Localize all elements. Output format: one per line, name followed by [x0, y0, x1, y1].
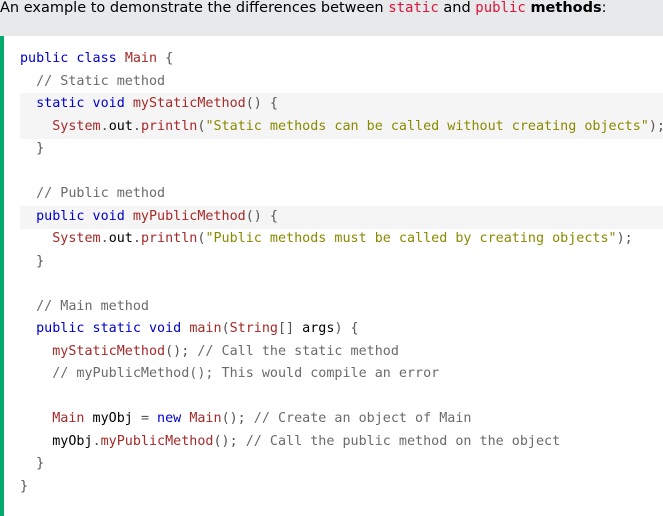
intro-methods: methods	[530, 0, 602, 16]
code-line-9: System.out.println("Public methods must …	[52, 231, 633, 246]
intro-prefix: An example to demonstrate the difference…	[0, 0, 389, 16]
code-line-1: public class Main {	[20, 51, 174, 66]
keyword-static: static	[388, 0, 439, 16]
code-line-10: }	[36, 254, 45, 269]
code-line-13: public static void main(String[] args) {	[36, 321, 359, 336]
code-line-17: Main myObj = new Main(); // Create an ob…	[52, 411, 472, 426]
code-line-5: }	[36, 141, 45, 156]
code-line-4: System.out.println("Static methods can b…	[20, 116, 663, 139]
code-line-12: // Main method	[36, 299, 149, 314]
code-line-3: static void myStaticMethod() {	[20, 93, 663, 116]
code-line-15: // myPublicMethod(); This would compile …	[52, 366, 440, 381]
intro-and: and	[438, 0, 476, 16]
intro-suffix: :	[601, 0, 607, 16]
code-line-20: }	[20, 479, 29, 494]
intro-text: An example to demonstrate the difference…	[0, 0, 663, 36]
code-line-18: myObj.myPublicMethod(); // Call the publ…	[52, 434, 561, 449]
code-line-19: }	[36, 456, 45, 471]
keyword-public: public	[475, 0, 526, 16]
code-line-7: // Public method	[36, 186, 166, 201]
code-example: public class Main { // Static method sta…	[0, 36, 663, 516]
code-line-2: // Static method	[36, 74, 166, 89]
code-line-14: myStaticMethod(); // Call the static met…	[52, 344, 399, 359]
code-line-8: public void myPublicMethod() {	[20, 206, 663, 229]
